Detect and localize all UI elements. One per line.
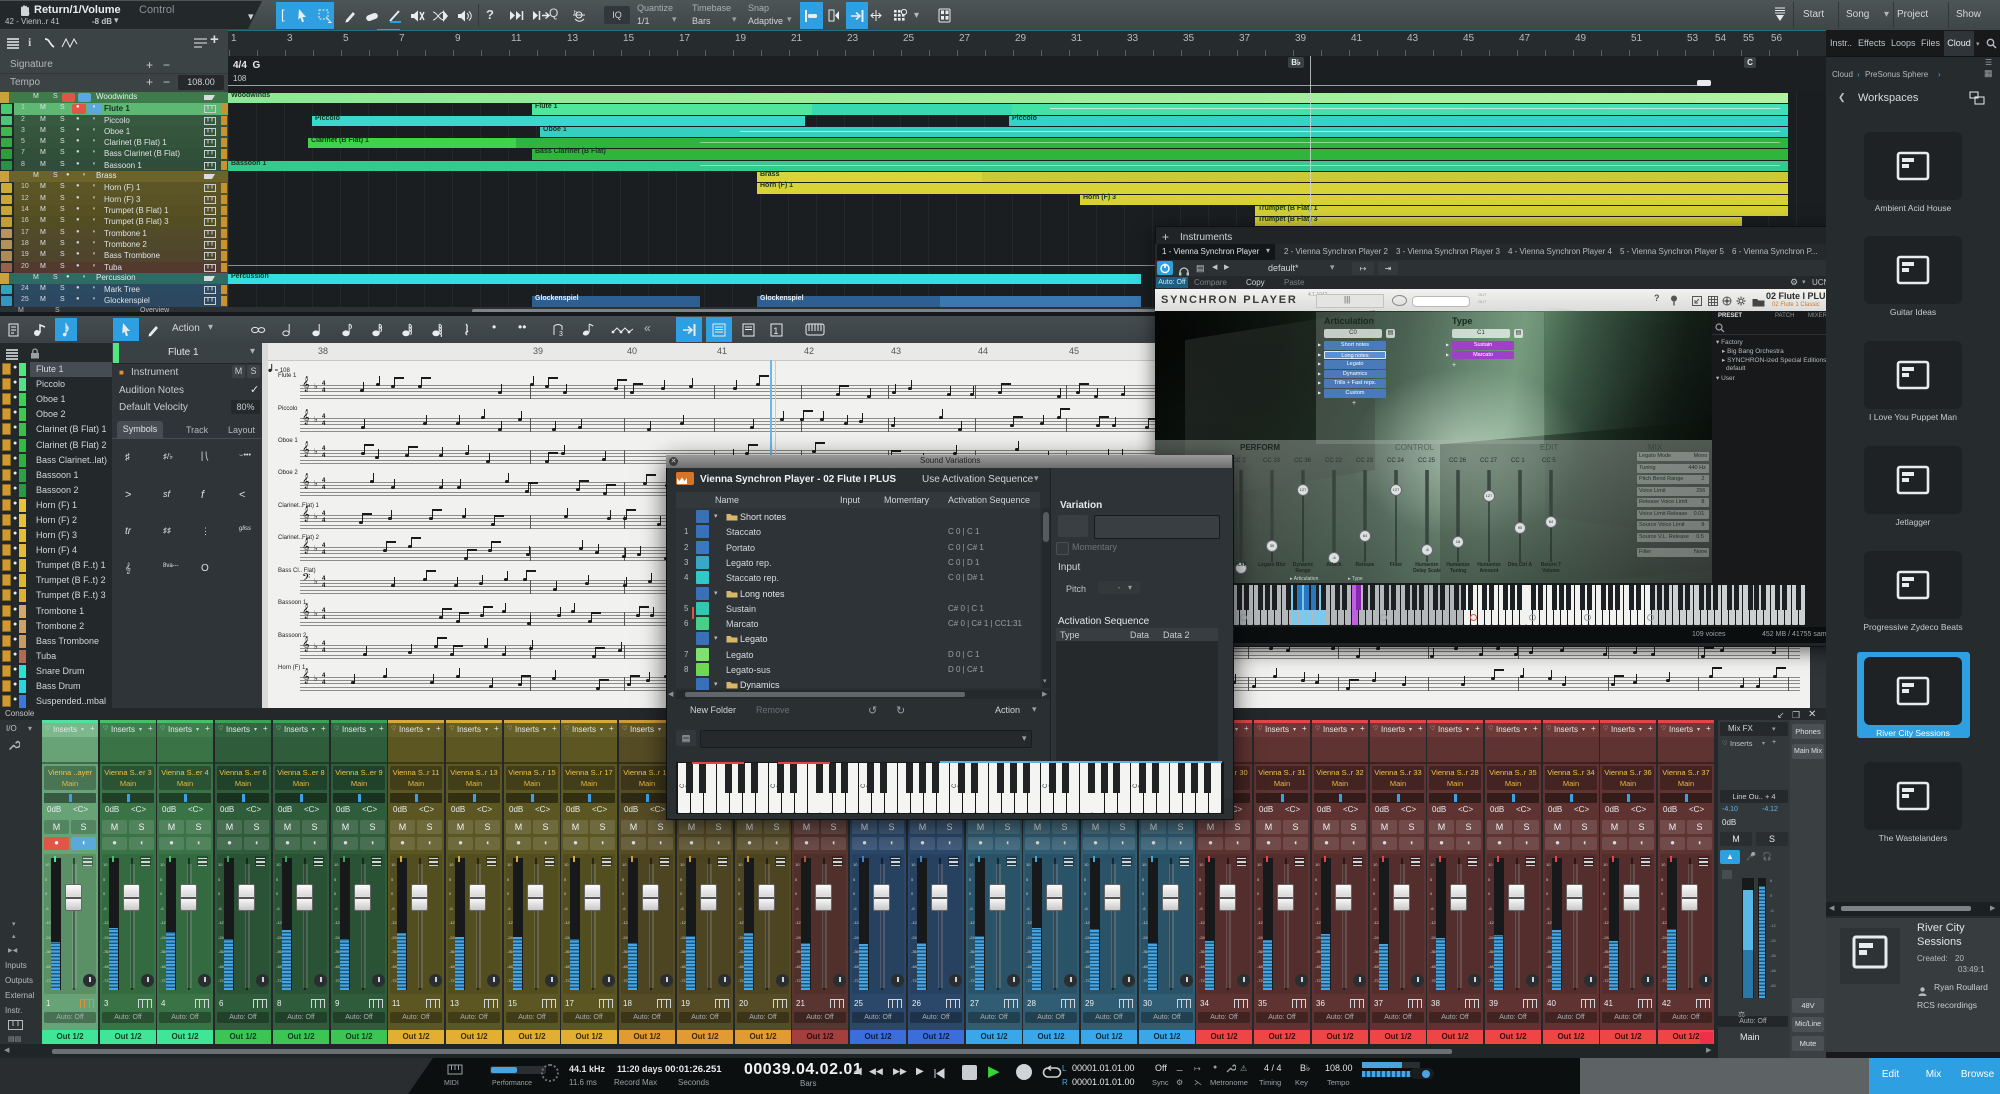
svg-text:3: 3	[559, 331, 563, 337]
svg-text:b: b	[574, 10, 577, 16]
svg-text:1: 1	[773, 326, 778, 336]
